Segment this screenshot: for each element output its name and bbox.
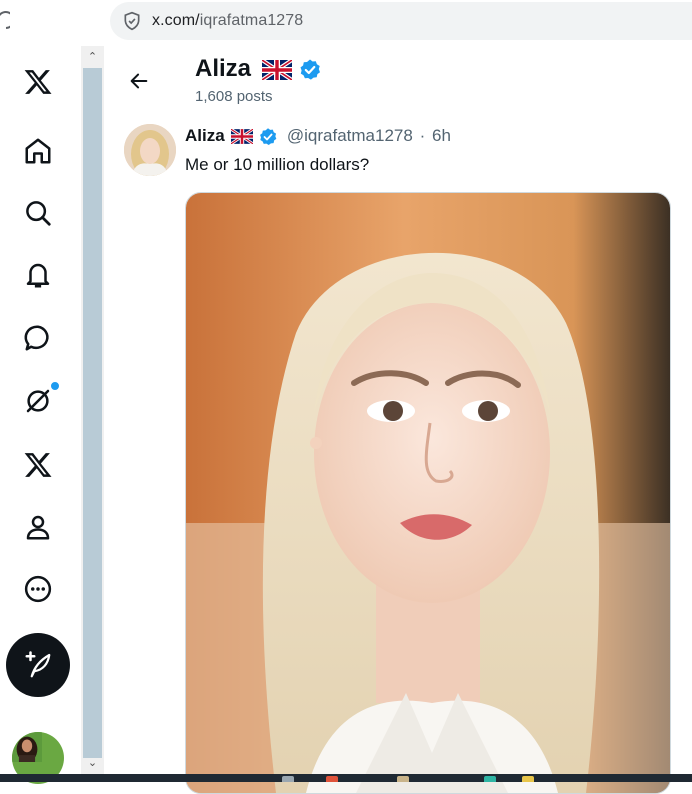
profile-icon[interactable] [20,509,56,545]
posts-count: 1,608 posts [195,88,273,105]
tweet-author-name[interactable]: Aliza [185,126,225,145]
profile-title: Aliza [195,55,322,83]
home-icon[interactable] [20,133,56,169]
scroll-down-arrow-icon[interactable]: ⌄ [86,758,99,769]
taskbar-app-icon[interactable] [326,776,338,782]
notification-dot [50,381,60,391]
left-navigation [0,46,80,784]
premium-x-icon[interactable] [20,447,56,483]
tweet-separator: · [419,126,426,145]
sidebar-scrollbar[interactable]: ⌃ ⌄ [81,46,104,774]
message-icon[interactable] [20,320,56,356]
tweet[interactable]: Aliza @iqrafatma1278 · 6h Me or 10 milli… [104,114,692,794]
tweet-photo[interactable] [185,192,671,794]
shield-check-icon[interactable] [122,11,142,31]
os-taskbar [0,774,692,782]
x-logo-icon[interactable] [20,64,56,100]
bell-icon[interactable] [20,257,56,293]
scrollbar-thumb[interactable] [83,68,102,758]
scroll-up-arrow-icon[interactable]: ⌃ [86,52,99,63]
tweet-handle[interactable]: @iqrafatma1278 [287,126,413,145]
tweet-text: Me or 10 million dollars? [185,155,370,174]
search-icon[interactable] [20,195,56,231]
url-text[interactable]: x.com/iqrafatma1278 [152,12,303,30]
feather-plus-icon [25,651,51,678]
taskbar-app-icon[interactable] [282,776,294,782]
profile-header: Aliza 1,608 posts [104,46,692,114]
verified-badge-icon[interactable] [258,127,278,147]
taskbar-app-icon[interactable] [397,776,409,782]
browser-toolbar: x.com/iqrafatma1278 [0,0,692,46]
taskbar-app-icon[interactable] [484,776,496,782]
profile-name: Aliza [195,55,252,82]
tweet-avatar[interactable] [124,124,176,176]
verified-badge-icon[interactable] [298,58,322,82]
uk-flag-icon [231,129,254,145]
tweet-header: Aliza @iqrafatma1278 · 6h [185,126,451,147]
reload-icon[interactable] [0,8,10,34]
uk-flag-icon [261,59,292,80]
address-bar[interactable]: x.com/iqrafatma1278 [110,2,692,40]
back-arrow-icon[interactable] [128,70,150,92]
taskbar-app-icon[interactable] [522,776,534,782]
tweet-time[interactable]: 6h [432,126,451,145]
more-icon[interactable] [20,571,56,607]
post-button[interactable] [6,633,70,697]
